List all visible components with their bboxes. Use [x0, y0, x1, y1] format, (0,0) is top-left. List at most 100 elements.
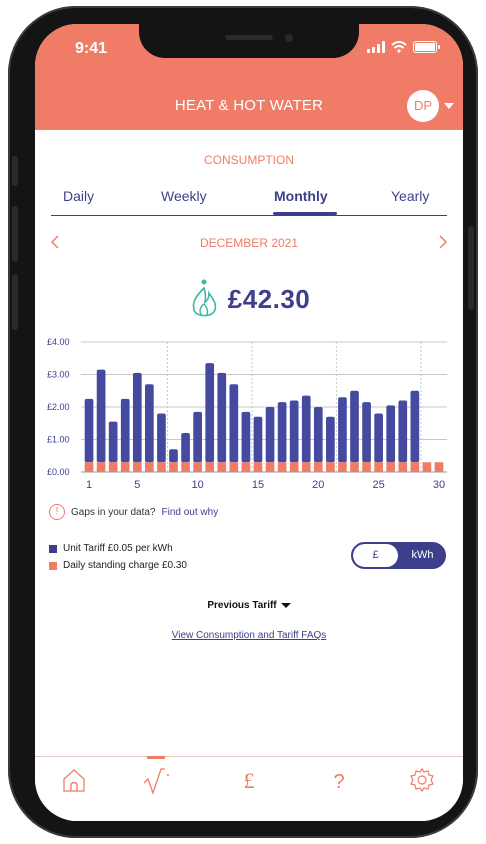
- bar-standing-charge: [217, 462, 227, 472]
- active-nav-indicator: [147, 756, 165, 759]
- tab-weekly[interactable]: Weekly: [161, 188, 207, 204]
- bar-standing-charge: [181, 462, 190, 472]
- y-tick-label: £3.00: [47, 370, 70, 380]
- legend-swatch-standing: [49, 561, 57, 570]
- bar-unit-tariff: [205, 363, 215, 463]
- gaps-text: Gaps in your data?: [71, 506, 156, 518]
- unit-option-pounds[interactable]: £: [353, 544, 398, 567]
- bar-unit-tariff: [181, 433, 190, 463]
- bar-unit-tariff: [265, 407, 275, 463]
- x-tick-label: 15: [252, 479, 264, 491]
- chevron-right-icon[interactable]: [437, 234, 449, 250]
- consumption-icon[interactable]: [141, 765, 171, 795]
- bar-standing-charge: [313, 462, 323, 472]
- power-button: [468, 226, 474, 310]
- bar-standing-charge: [338, 462, 347, 472]
- legend-label-standing: Daily standing charge £0.30: [63, 560, 187, 571]
- x-tick-label: 1: [86, 479, 92, 491]
- x-tick-label: 30: [433, 479, 445, 491]
- bar-standing-charge: [434, 462, 444, 472]
- bar-standing-charge: [422, 462, 432, 472]
- avatar[interactable]: DP: [407, 90, 439, 122]
- caret-down-icon[interactable]: [280, 602, 291, 608]
- bar-standing-charge: [157, 462, 166, 472]
- month-label: DECEMBER 2021: [199, 236, 299, 250]
- bar-standing-charge: [132, 462, 142, 472]
- bar-unit-tariff: [313, 407, 323, 463]
- section-title: CONSUMPTION: [204, 153, 294, 167]
- bar-standing-charge: [193, 462, 202, 472]
- legend-item: Daily standing charge £0.30: [49, 557, 187, 574]
- chevron-down-icon[interactable]: [444, 103, 454, 109]
- x-tick-label: 10: [192, 479, 204, 491]
- bar-standing-charge: [253, 462, 263, 472]
- home-icon[interactable]: [59, 765, 89, 795]
- legend-swatch-unit: [49, 544, 57, 553]
- app-screen: 9:41 HEAT & HOT WATER DP CONSUMPTION Dai…: [35, 24, 463, 821]
- bar-unit-tariff: [386, 405, 396, 463]
- bar-standing-charge: [229, 462, 239, 472]
- x-tick-label: 20: [312, 479, 324, 491]
- pound-icon[interactable]: £: [234, 765, 264, 795]
- tab-daily[interactable]: Daily: [63, 188, 94, 204]
- previous-tariff-label[interactable]: Previous Tariff: [207, 600, 276, 611]
- bar-unit-tariff: [241, 411, 251, 463]
- y-tick-label: £2.00: [47, 402, 70, 412]
- bar-unit-tariff: [120, 398, 130, 463]
- gear-icon[interactable]: [407, 765, 437, 795]
- x-tick-label: 25: [373, 479, 385, 491]
- faq-link[interactable]: View Consumption and Tariff FAQs: [35, 630, 463, 641]
- unit-toggle[interactable]: £ kWh: [351, 542, 446, 569]
- bar-standing-charge: [386, 462, 396, 472]
- volume-down-button: [12, 274, 18, 330]
- bar-unit-tariff: [410, 390, 420, 463]
- bar-unit-tariff: [193, 411, 202, 463]
- status-icons: [367, 41, 440, 53]
- bar-standing-charge: [350, 462, 359, 472]
- bar-unit-tariff: [301, 395, 311, 463]
- period-tabs: Daily Weekly Monthly Yearly: [51, 188, 447, 216]
- bar-standing-charge: [410, 462, 420, 472]
- bar-standing-charge: [362, 462, 371, 472]
- bar-standing-charge: [265, 462, 275, 472]
- flame-icon: [192, 279, 216, 317]
- tab-monthly[interactable]: Monthly: [274, 188, 328, 204]
- previous-tariff-toggle[interactable]: Previous Tariff: [35, 600, 463, 611]
- signal-icon: [367, 41, 385, 53]
- bar-standing-charge: [301, 462, 311, 472]
- consumption-chart: £0.00£1.00£2.00£3.00£4.001 5 10 15 20 25 30: [47, 337, 447, 491]
- bar-standing-charge: [289, 462, 299, 472]
- data-gaps-notice: ! Gaps in your data? Find out why: [49, 504, 218, 520]
- wifi-icon: [391, 41, 407, 53]
- volume-up-button: [12, 206, 18, 262]
- bar-unit-tariff: [229, 384, 239, 463]
- bar-standing-charge: [169, 462, 178, 472]
- bar-unit-tariff: [84, 398, 94, 463]
- x-tick-label: 5: [134, 479, 140, 491]
- find-out-why-link[interactable]: Find out why: [162, 507, 219, 518]
- bar-standing-charge: [96, 462, 106, 472]
- bar-unit-tariff: [362, 402, 371, 463]
- bar-standing-charge: [398, 462, 408, 472]
- bar-unit-tariff: [145, 384, 154, 463]
- bar-unit-tariff: [350, 390, 359, 463]
- svg-text:?: ?: [333, 771, 344, 793]
- total-cost: £42.30: [35, 277, 463, 321]
- bar-standing-charge: [326, 462, 335, 472]
- bar-unit-tariff: [326, 416, 335, 463]
- bar-unit-tariff: [253, 416, 263, 463]
- unit-option-kwh[interactable]: kWh: [401, 544, 444, 567]
- bar-unit-tariff: [169, 449, 178, 463]
- bottom-nav: £ ?: [35, 756, 463, 821]
- bar-standing-charge: [108, 462, 118, 472]
- chart-legend: Unit Tariff £0.05 per kWh Daily standing…: [49, 540, 187, 574]
- help-icon[interactable]: ?: [324, 765, 354, 795]
- bar-standing-charge: [84, 462, 94, 472]
- y-tick-label: £1.00: [47, 435, 70, 445]
- svg-text:£: £: [244, 768, 255, 793]
- bar-unit-tariff: [217, 372, 227, 463]
- tab-yearly[interactable]: Yearly: [391, 188, 429, 204]
- active-tab-indicator: [273, 212, 337, 215]
- bar-standing-charge: [374, 462, 383, 472]
- y-tick-label: £4.00: [47, 337, 70, 347]
